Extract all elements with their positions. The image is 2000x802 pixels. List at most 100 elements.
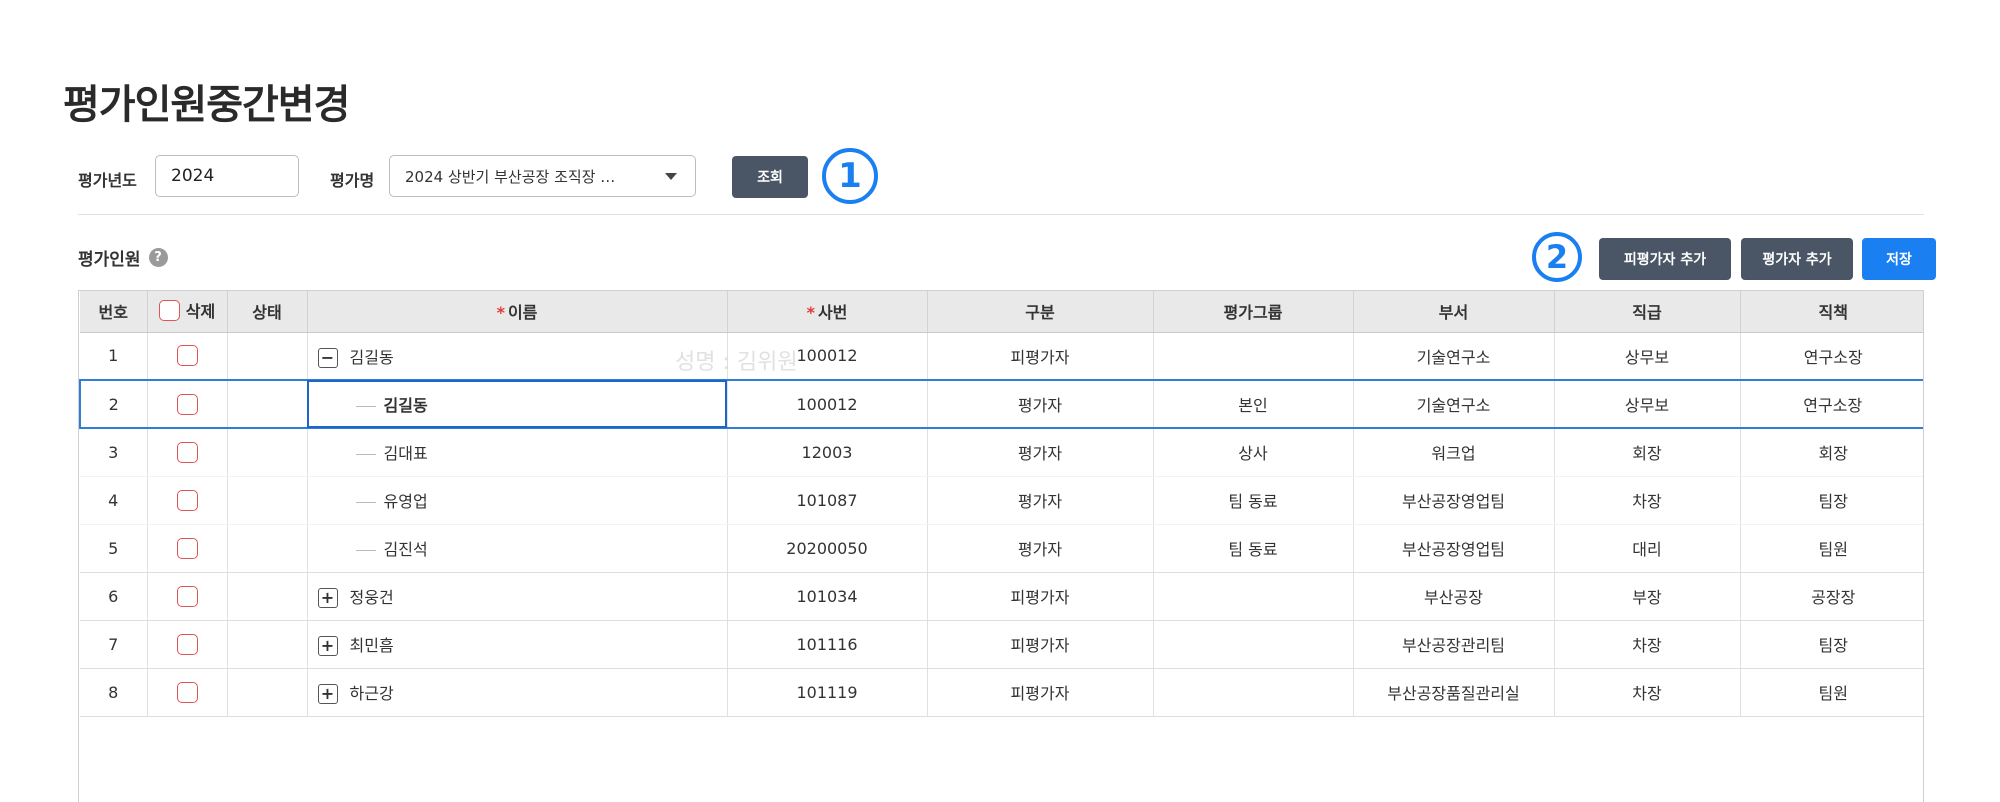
- add-evaluatee-button[interactable]: 피평가자 추가: [1599, 238, 1731, 280]
- cell-delete: [147, 524, 228, 573]
- col-no: 번호: [80, 291, 148, 333]
- col-eval-group: 평가그룹: [1153, 291, 1354, 333]
- cell-name[interactable]: + 하근강: [307, 668, 728, 717]
- table-row[interactable]: 3 김대표 12003 평가자 상사 워크업 회장 회장: [80, 428, 1923, 477]
- cell-name[interactable]: 유영업: [307, 476, 728, 525]
- cell-no: 2: [79, 379, 148, 429]
- cell-position: 공장장: [1740, 572, 1923, 621]
- section-title: 평가인원 ?: [78, 245, 168, 270]
- cell-name[interactable]: + 정웅건: [307, 572, 728, 621]
- evaluator-grid: 번호 삭제 상태 * 이름 * 사번 구분 평가그룹 부서 직급 직책 1− 김길동 1…: [78, 290, 1924, 802]
- table-row[interactable]: 2 김길동 100012 평가자 본인 기술연구소 상무보 연구소장: [79, 379, 1923, 429]
- cell-dept: 부산공장품질관리실: [1353, 668, 1555, 717]
- cell-delete: [147, 620, 228, 669]
- save-button[interactable]: 저장: [1862, 238, 1936, 280]
- col-status: 상태: [227, 291, 308, 333]
- cell-status: [227, 476, 308, 525]
- cell-dept: 부산공장영업팀: [1353, 524, 1555, 573]
- cell-emp-no: 101087: [727, 476, 928, 525]
- col-emp-no-label: 사번: [817, 303, 848, 323]
- expand-icon[interactable]: +: [317, 588, 338, 609]
- evaluation-name-value: 2024 상반기 부산공장 조직장 …: [405, 167, 616, 186]
- delete-checkbox[interactable]: [176, 585, 198, 607]
- search-button[interactable]: 조회: [732, 156, 808, 198]
- cell-grade: 차장: [1554, 620, 1741, 669]
- cell-grade: 차장: [1554, 476, 1741, 525]
- cell-position: 팀장: [1740, 620, 1923, 669]
- table-row[interactable]: 5 김진석 20200050 평가자 팀 동료 부산공장영업팀 대리 팀원: [80, 524, 1923, 573]
- cell-status: [227, 379, 308, 429]
- cell-position: 연구소장: [1740, 332, 1923, 381]
- step-marker-1: 1: [822, 148, 878, 204]
- cell-grade: 상무보: [1554, 332, 1741, 381]
- expand-icon[interactable]: +: [317, 684, 338, 705]
- name-text: 유영업: [383, 492, 428, 511]
- cell-emp-no: 100012: [727, 379, 928, 429]
- filter-divider: [78, 214, 1924, 215]
- cell-dept: 기술연구소: [1353, 379, 1555, 429]
- cell-no: 8: [80, 668, 148, 717]
- required-mark: *: [806, 303, 815, 323]
- delete-checkbox[interactable]: [176, 489, 198, 511]
- table-row[interactable]: 6 + 정웅건 101034 피평가자 부산공장 부장 공장장: [80, 572, 1923, 621]
- delete-checkbox[interactable]: [176, 393, 198, 415]
- cell-eval-group: 본인: [1153, 379, 1354, 429]
- cell-eval-group: [1153, 668, 1354, 717]
- cell-dept: 워크업: [1353, 428, 1555, 477]
- cell-grade: 대리: [1554, 524, 1741, 573]
- col-delete-label: 삭제: [185, 302, 216, 321]
- col-delete: 삭제: [147, 291, 228, 333]
- cell-position: 연구소장: [1740, 379, 1923, 429]
- delete-checkbox[interactable]: [176, 537, 198, 559]
- cell-name[interactable]: 김길동: [307, 379, 728, 429]
- cell-status: [227, 332, 308, 381]
- cell-type: 피평가자: [927, 572, 1154, 621]
- name-text: 정웅건: [349, 587, 394, 607]
- year-input[interactable]: [155, 155, 299, 197]
- cell-type: 피평가자: [927, 668, 1154, 717]
- table-row[interactable]: 8 + 하근강 101119 피평가자 부산공장품질관리실 차장 팀원: [80, 668, 1923, 717]
- cell-delete: [147, 572, 228, 621]
- expand-icon[interactable]: +: [317, 636, 338, 657]
- cell-delete: [147, 668, 228, 717]
- page-title: 평가인원중간변경: [63, 82, 350, 128]
- table-row[interactable]: 1− 김길동 100012 피평가자 기술연구소 상무보 연구소장: [80, 332, 1923, 381]
- cell-name[interactable]: + 최민흠: [307, 620, 728, 669]
- cell-name[interactable]: 김진석: [307, 524, 728, 573]
- evaluation-name-select[interactable]: 2024 상반기 부산공장 조직장 …: [389, 155, 696, 197]
- col-name: * 이름: [307, 291, 728, 333]
- evaluation-name-label: 평가명: [330, 171, 375, 190]
- col-type: 구분: [927, 291, 1154, 333]
- cell-no: 5: [80, 524, 148, 573]
- section-title-text: 평가인원: [78, 250, 141, 270]
- cell-eval-group: [1153, 620, 1354, 669]
- delete-checkbox[interactable]: [176, 681, 198, 703]
- cell-emp-no: 20200050: [727, 524, 928, 573]
- table-row[interactable]: 4 유영업 101087 평가자 팀 동료 부산공장영업팀 차장 팀장: [80, 476, 1923, 525]
- col-position: 직책: [1740, 291, 1923, 333]
- name-text: 최민흠: [349, 635, 394, 655]
- table-row[interactable]: 7 + 최민흠 101116 피평가자 부산공장관리팀 차장 팀장: [80, 620, 1923, 669]
- col-emp-no: * 사번: [727, 291, 928, 333]
- cell-position: 팀원: [1740, 524, 1923, 573]
- cell-name[interactable]: − 김길동: [307, 332, 728, 381]
- delete-checkbox[interactable]: [176, 345, 198, 367]
- required-mark: *: [496, 303, 505, 323]
- help-icon[interactable]: ?: [148, 248, 168, 267]
- cell-status: [227, 524, 308, 573]
- cell-eval-group: 팀 동료: [1153, 476, 1354, 525]
- cell-emp-no: 101119: [727, 668, 928, 717]
- delete-checkbox[interactable]: [176, 441, 198, 463]
- cell-no: 6: [80, 572, 148, 621]
- cell-delete: [147, 332, 228, 381]
- col-grade: 직급: [1554, 291, 1741, 333]
- delete-checkbox[interactable]: [176, 633, 198, 655]
- select-all-checkbox[interactable]: [158, 299, 180, 321]
- collapse-icon[interactable]: −: [317, 348, 338, 368]
- cell-grade: 상무보: [1554, 379, 1741, 429]
- cell-position: 회장: [1740, 428, 1923, 477]
- cell-name[interactable]: 김대표: [307, 428, 728, 477]
- tree-connector: [355, 454, 376, 456]
- add-evaluator-button[interactable]: 평가자 추가: [1741, 238, 1853, 280]
- year-label: 평가년도: [78, 171, 137, 190]
